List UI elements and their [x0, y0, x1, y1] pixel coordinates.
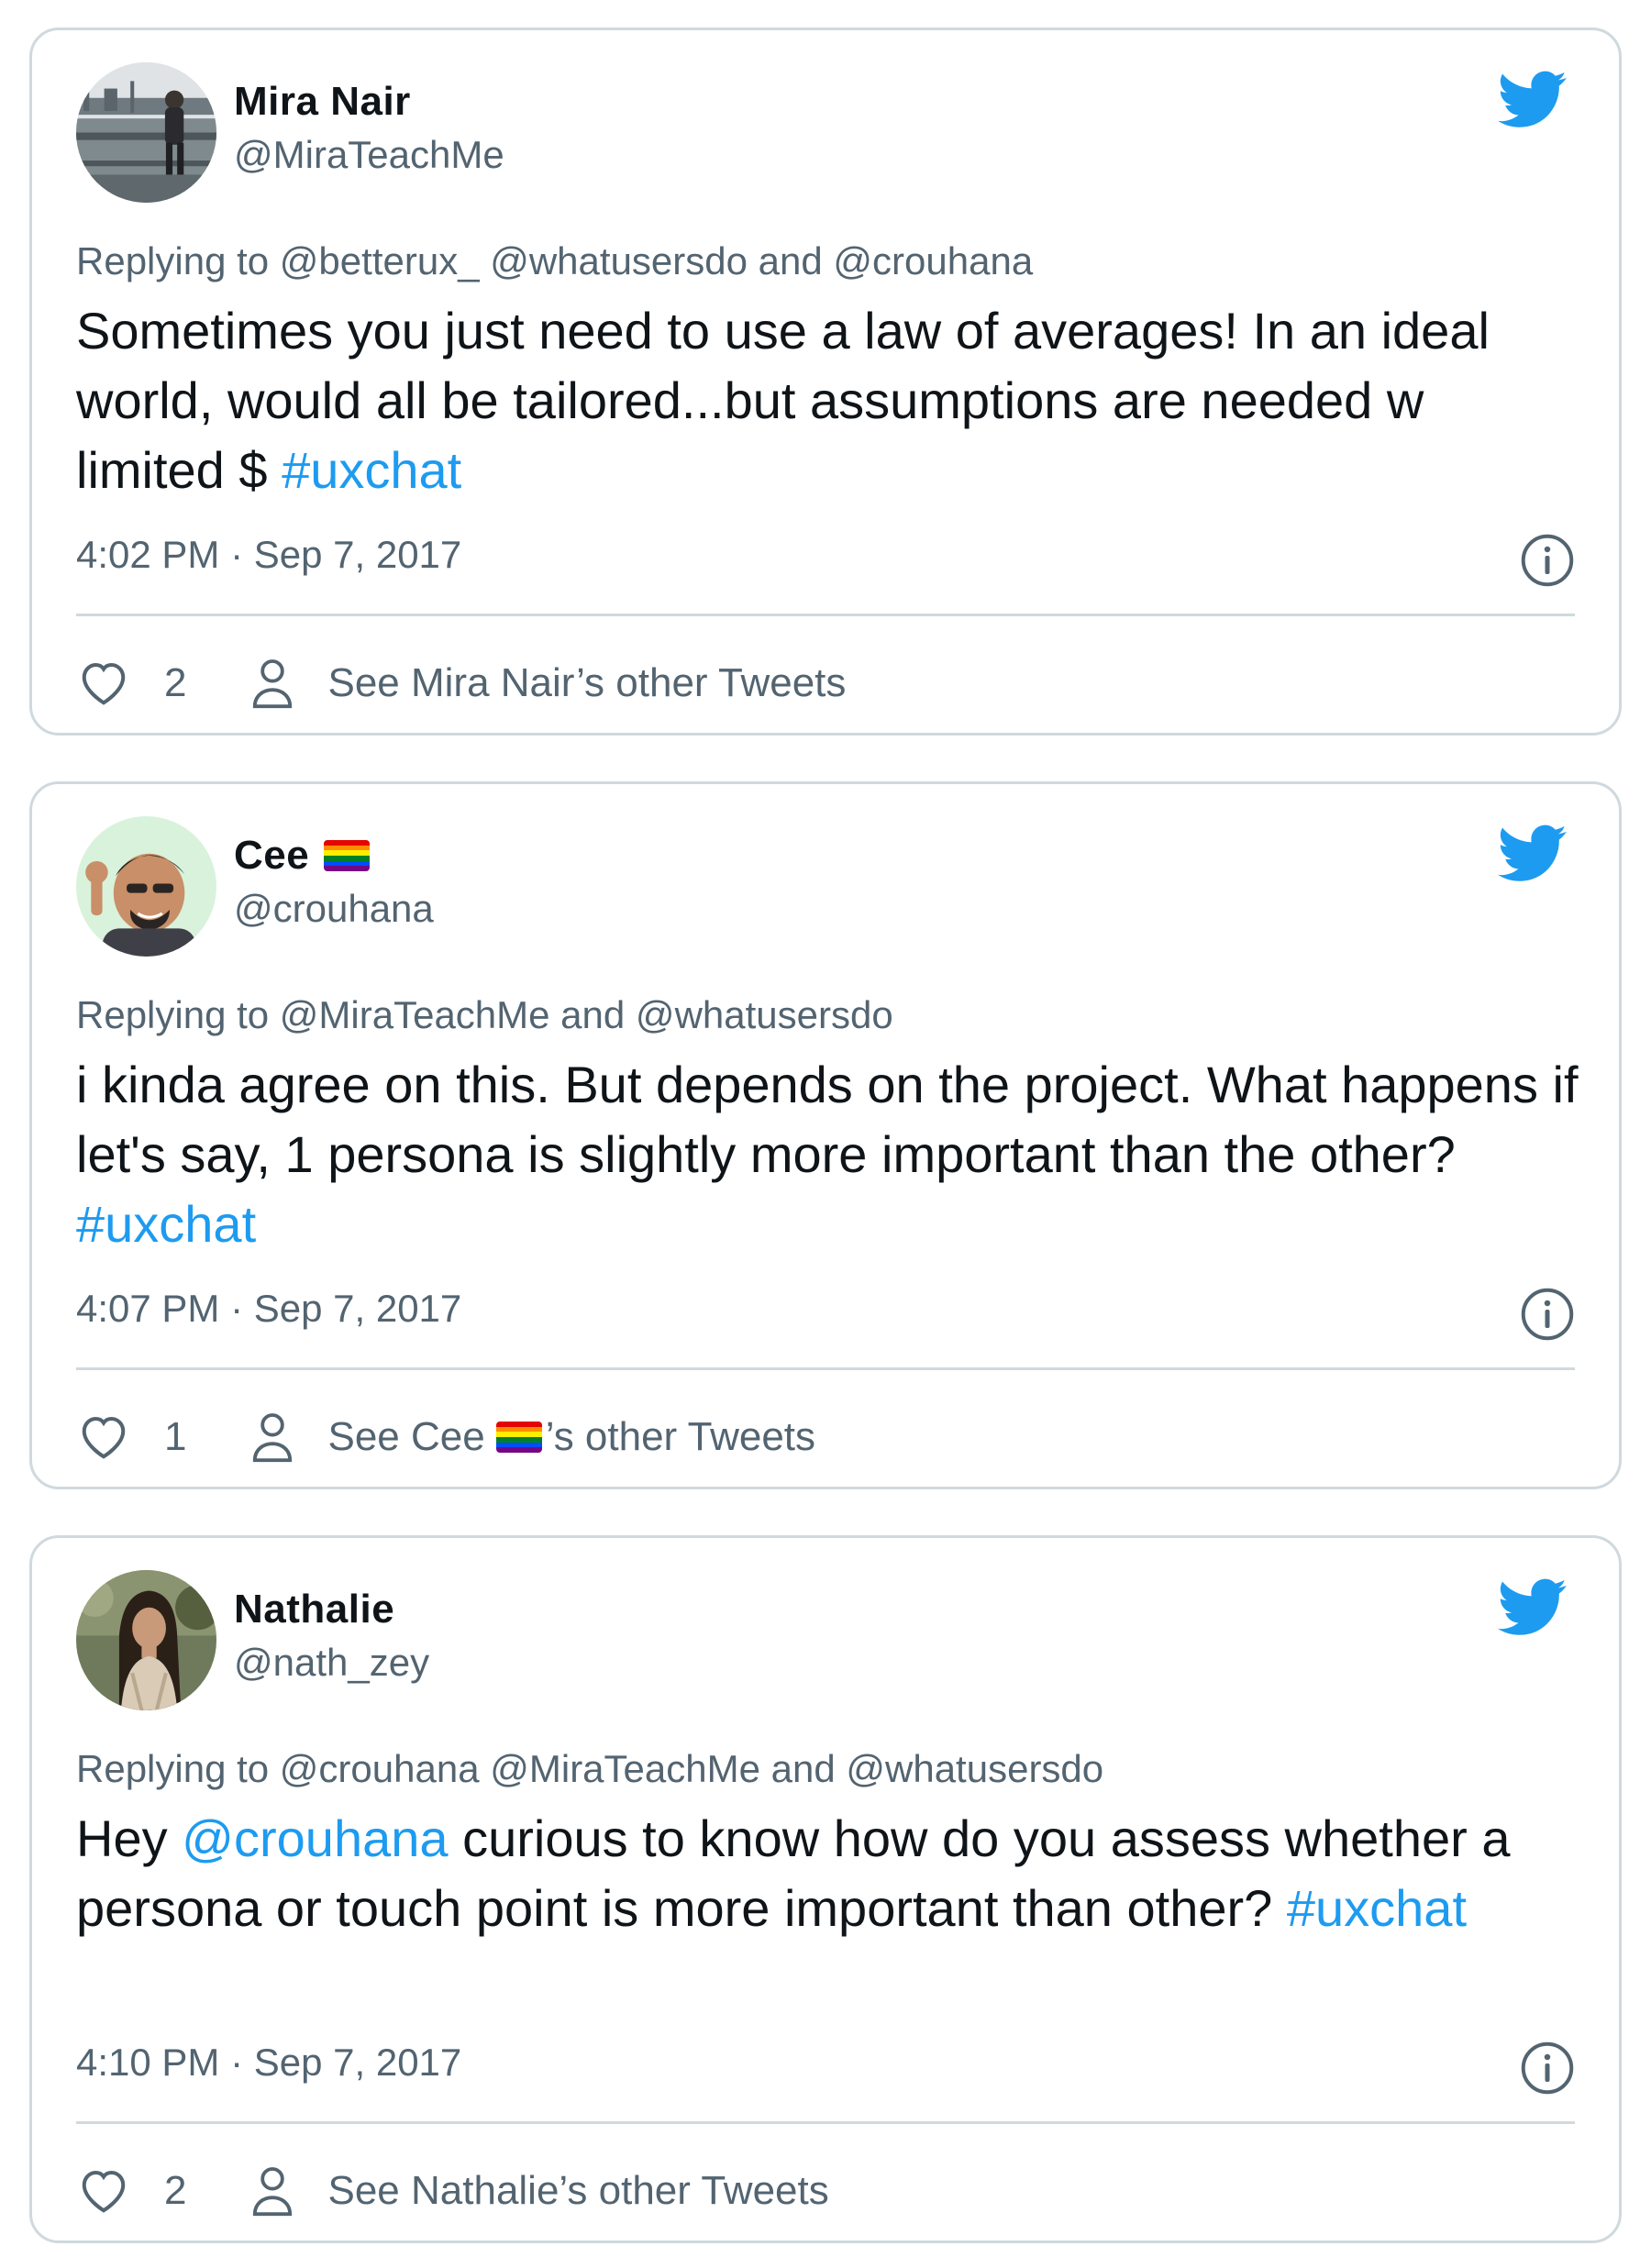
- replying-mentions[interactable]: @crouhana @MiraTeachMe and @whatusersdo: [280, 1747, 1103, 1790]
- user-name[interactable]: Mira Nair: [234, 79, 411, 125]
- rainbow-flag-emoji: [495, 1422, 542, 1453]
- user-name[interactable]: Nathalie: [234, 1587, 394, 1632]
- heart-outline-icon[interactable]: [76, 2163, 131, 2218]
- replying-to: Replying to @betterux_ @whatusersdo and …: [76, 239, 1033, 283]
- tweet-timestamp[interactable]: 4:07 PM · Sep 7, 2017: [76, 1287, 461, 1331]
- tweet-text: Hey @crouhana curious to know how do you…: [76, 1804, 1580, 1943]
- divider: [76, 614, 1575, 616]
- tweet-timestamp[interactable]: 4:02 PM · Sep 7, 2017: [76, 533, 461, 577]
- tweet-card[interactable]: Mira Nair @MiraTeachMe Replying to @bett…: [29, 28, 1622, 736]
- person-outline-icon: [253, 659, 293, 709]
- see-other-tweets-link[interactable]: See Cee ’s other Tweets: [327, 1414, 815, 1460]
- tweet-actions: 2 See Mira Nair’s other Tweets: [76, 654, 846, 713]
- hashtag-link[interactable]: #uxchat: [282, 441, 461, 499]
- avatar[interactable]: [76, 62, 216, 203]
- twitter-bird-icon[interactable]: [1498, 1578, 1568, 1637]
- tweet-timestamp[interactable]: 4:10 PM · Sep 7, 2017: [76, 2041, 461, 2085]
- see-other-label: See Nathalie’s other Tweets: [327, 2168, 829, 2213]
- replying-to: Replying to @crouhana @MiraTeachMe and @…: [76, 1747, 1103, 1791]
- info-icon[interactable]: [1520, 533, 1575, 588]
- heart-outline-icon[interactable]: [76, 656, 131, 711]
- info-icon[interactable]: [1520, 2041, 1575, 2096]
- see-other-tweets-link[interactable]: See Mira Nair’s other Tweets: [327, 660, 846, 706]
- rainbow-flag-emoji: [324, 840, 371, 871]
- avatar[interactable]: [76, 1570, 216, 1710]
- mention-link[interactable]: @crouhana: [182, 1809, 448, 1867]
- user-handle[interactable]: @nath_zey: [234, 1641, 429, 1685]
- tweet-text-content: i kinda agree on this. But depends on th…: [76, 1056, 1579, 1183]
- replying-to: Replying to @MiraTeachMe and @whatusersd…: [76, 993, 893, 1037]
- see-other-tweets-link[interactable]: See Nathalie’s other Tweets: [327, 2168, 828, 2214]
- replying-mentions[interactable]: @MiraTeachMe and @whatusersdo: [280, 993, 893, 1036]
- replying-label: Replying to: [76, 1747, 280, 1790]
- see-other-label-suffix: ’s other Tweets: [545, 1414, 816, 1459]
- tweet-text-content: Hey: [76, 1809, 183, 1867]
- hashtag-link[interactable]: #uxchat: [1287, 1879, 1467, 1937]
- tweet-text: i kinda agree on this. But depends on th…: [76, 1050, 1580, 1259]
- twitter-bird-icon[interactable]: [1498, 71, 1568, 129]
- user-name[interactable]: Cee: [234, 833, 309, 879]
- person-outline-icon: [253, 1413, 293, 1463]
- heart-outline-icon[interactable]: [76, 1410, 131, 1465]
- like-count: 1: [164, 1414, 187, 1459]
- hashtag-link[interactable]: #uxchat: [76, 1195, 256, 1253]
- tweet-card[interactable]: Nathalie @nath_zey Replying to @crouhana…: [29, 1535, 1622, 2243]
- avatar[interactable]: [76, 816, 216, 957]
- user-handle[interactable]: @crouhana: [234, 887, 434, 931]
- see-other-label: See Cee: [327, 1414, 485, 1459]
- like-count: 2: [164, 2168, 187, 2213]
- tweet-text: Sometimes you just need to use a law of …: [76, 296, 1580, 505]
- replying-mentions[interactable]: @betterux_ @whatusersdo and @crouhana: [280, 239, 1033, 282]
- tweet-card[interactable]: Cee @crouhana Replying to @MiraTeachMe a…: [29, 781, 1622, 1489]
- replying-label: Replying to: [76, 993, 280, 1036]
- user-handle[interactable]: @MiraTeachMe: [234, 133, 504, 177]
- divider: [76, 1367, 1575, 1370]
- tweet-actions: 1 See Cee ’s other Tweets: [76, 1408, 815, 1466]
- replying-label: Replying to: [76, 239, 280, 282]
- see-other-label: See Mira Nair’s other Tweets: [327, 660, 847, 705]
- user-name-row[interactable]: Cee: [234, 830, 371, 881]
- info-icon[interactable]: [1520, 1287, 1575, 1342]
- tweet-actions: 2 See Nathalie’s other Tweets: [76, 2162, 829, 2220]
- twitter-bird-icon[interactable]: [1498, 824, 1568, 883]
- user-name-row[interactable]: Nathalie: [234, 1584, 394, 1635]
- divider: [76, 2121, 1575, 2124]
- person-outline-icon: [253, 2167, 293, 2217]
- like-count: 2: [164, 660, 187, 705]
- user-name-row[interactable]: Mira Nair: [234, 76, 411, 127]
